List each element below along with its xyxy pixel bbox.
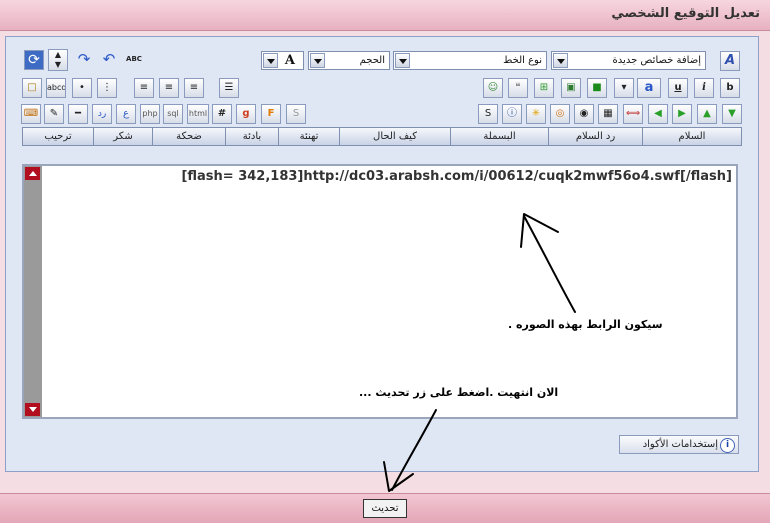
arrow-to-update — [391, 409, 437, 491]
code-usage-button[interactable]: i إستخدامات الأكواد — [619, 435, 739, 454]
update-button[interactable]: تحديث — [363, 499, 407, 518]
arrow-to-editor — [523, 215, 576, 313]
info-icon: i — [720, 438, 735, 453]
code-usage-label: إستخدامات الأكواد — [642, 439, 718, 450]
